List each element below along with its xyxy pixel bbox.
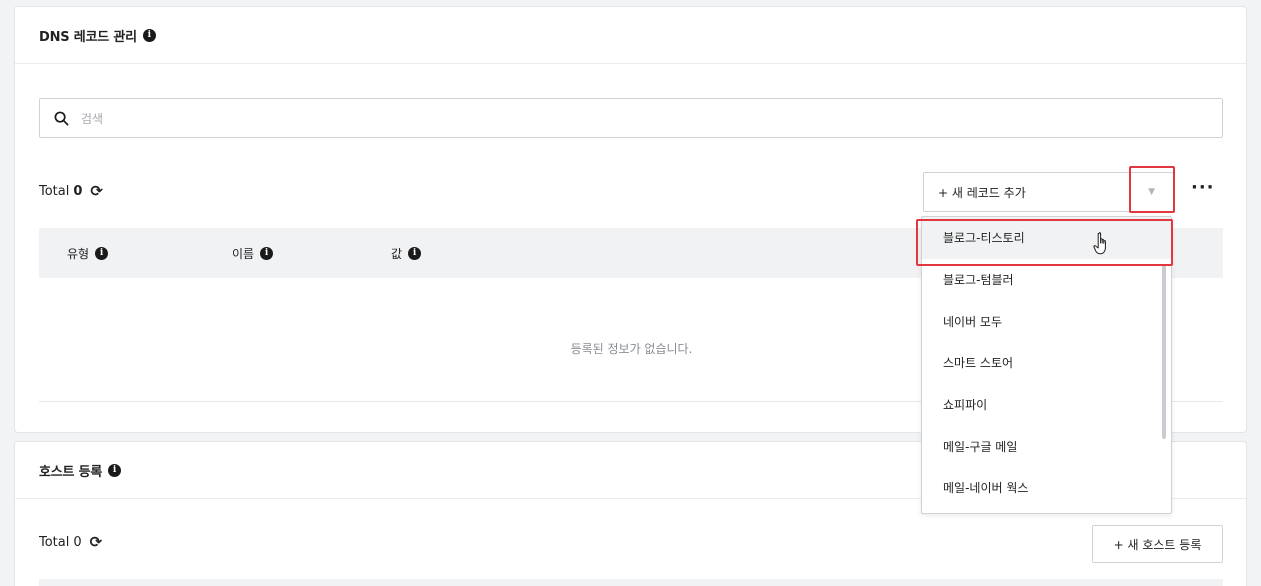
total-count: 0	[73, 184, 83, 199]
refresh-icon[interactable]: ⟳	[90, 184, 103, 199]
dropdown-option-naver-works[interactable]: 메일-네이버 웍스	[922, 467, 1171, 509]
column-label: 값	[391, 247, 403, 261]
dropdown-option-smart-store[interactable]: 스마트 스토어	[922, 342, 1171, 384]
column-header-type: 유형 i	[67, 245, 109, 262]
dropdown-option-google-mail[interactable]: 메일-구글 메일	[922, 425, 1171, 467]
search-input[interactable]: 검색	[39, 98, 1223, 138]
hand-pointer-cursor-icon	[1093, 232, 1106, 255]
host-table-header	[39, 579, 1223, 586]
add-host-label: + 새 호스트 등록	[1113, 537, 1202, 552]
add-host-button[interactable]: + 새 호스트 등록	[1092, 525, 1223, 563]
total-count: 0	[73, 535, 82, 550]
info-icon[interactable]: i	[142, 28, 156, 42]
dropdown-scrollbar[interactable]	[1162, 265, 1166, 439]
dns-total-row: Total 0 ⟳	[39, 184, 103, 200]
search-icon	[54, 111, 69, 125]
info-icon[interactable]: i	[108, 463, 122, 477]
add-record-label: + 새 레코드 추가	[938, 185, 1026, 200]
info-icon[interactable]: i	[95, 247, 109, 260]
refresh-icon[interactable]: ⟳	[90, 535, 103, 550]
more-horizontal-icon[interactable]: ···	[1191, 179, 1215, 197]
column-header-name: 이름 i	[232, 245, 274, 262]
search-placeholder: 검색	[81, 111, 104, 126]
dns-card-title: DNS 레코드 관리	[39, 29, 137, 45]
dropdown-toggle-highlight	[1129, 166, 1175, 213]
dns-card-header: DNS 레코드 관리 i	[15, 7, 1246, 64]
host-total-row: Total 0 ⟳	[39, 535, 103, 551]
total-label: Total	[39, 184, 70, 199]
host-card-title: 호스트 등록	[39, 464, 103, 480]
option-highlight	[916, 219, 1173, 266]
info-icon[interactable]: i	[260, 247, 274, 260]
column-header-value: 값 i	[391, 245, 422, 262]
dropdown-option-naver-modoo[interactable]: 네이버 모두	[922, 300, 1171, 342]
column-label: 유형	[67, 247, 90, 261]
info-icon[interactable]: i	[408, 247, 422, 260]
total-label: Total	[39, 535, 70, 550]
dropdown-option-shopify[interactable]: 쇼피파이	[922, 384, 1171, 426]
column-label: 이름	[232, 247, 255, 261]
